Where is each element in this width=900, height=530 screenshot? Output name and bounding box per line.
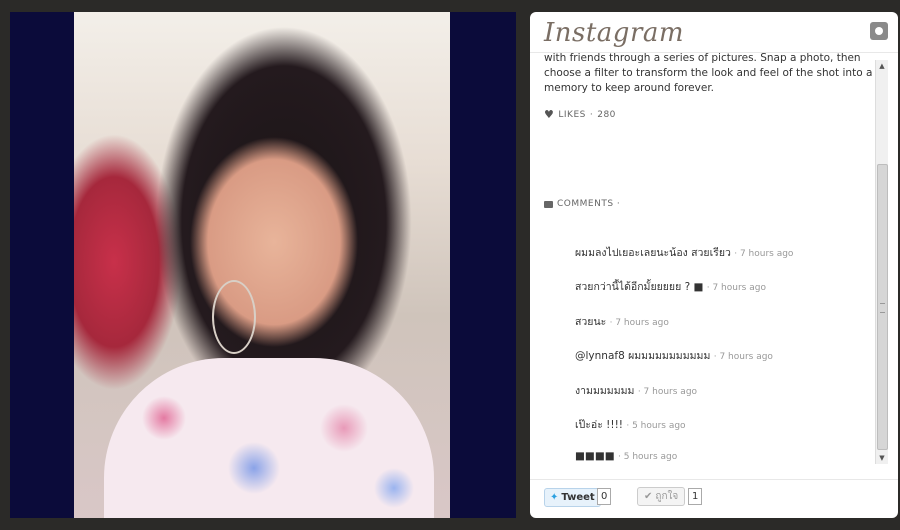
comment-text: ■■■■ [575, 450, 615, 462]
instagram-logo[interactable]: Instagram [544, 18, 684, 48]
comment-item: @lynnaf8 ผมมมมมมมมมมม · 7 hours ago [575, 347, 773, 364]
comment-text: เป๊ะอ่ะ !!!! [575, 419, 624, 431]
speech-bubble-icon [544, 200, 553, 208]
comment-item: สวยนะ · 7 hours ago [575, 313, 669, 330]
comment-text: @lynnaf8 ผมมมมมมมมมมม [575, 350, 711, 362]
comment-text: สวยนะ [575, 316, 607, 328]
comment-item: เป๊ะอ่ะ !!!! · 5 hours ago [575, 416, 686, 433]
comment-time: · 7 hours ago [734, 249, 794, 259]
comment-item: สวยกว่านี้ได้อีกมั้ยยยยย ? ■ · 7 hours a… [575, 278, 766, 295]
comment-time: · 7 hours ago [609, 318, 669, 328]
comments-header: COMMENTS · [544, 199, 620, 209]
camera-icon[interactable] [870, 22, 888, 40]
photo-dress [104, 358, 434, 518]
scrollbar-thumb[interactable] [877, 164, 888, 450]
tweet-count: 0 [597, 488, 612, 505]
like-count: 1 [688, 488, 703, 505]
comment-item: ผมมลงไปเยอะเลยนะน้อง สวยเรียว · 7 hours … [575, 244, 793, 261]
post-description: with friends through a series of picture… [544, 53, 873, 94]
comment-item: งามมมมมมม · 7 hours ago [575, 382, 697, 399]
heart-icon: ♥ [544, 108, 555, 121]
scroll-down-arrow-icon[interactable]: ▼ [876, 452, 888, 464]
likes-separator: · [589, 109, 594, 120]
scroll-up-arrow-icon[interactable]: ▲ [876, 60, 888, 72]
likes-count: 280 [597, 109, 616, 120]
likes-label: LIKES [558, 109, 586, 120]
comment-text: ผมมลงไปเยอะเลยนะน้อง สวยเรียว [575, 247, 731, 259]
comment-text: สวยกว่านี้ได้อีกมั้ยยยยย ? ■ [575, 281, 704, 293]
comment-item: ■■■■ · 5 hours ago [575, 450, 677, 462]
comments-label: COMMENTS · [557, 199, 621, 209]
like-button[interactable]: ✔ ถูกใจ [637, 487, 686, 506]
comment-time: · 7 hours ago [706, 283, 766, 293]
tweet-label: Tweet [561, 492, 595, 503]
post-scroll-area[interactable]: with friends through a series of picture… [530, 53, 875, 465]
checkmark-icon: ✔ [644, 491, 653, 502]
comment-time: · 5 hours ago [618, 452, 678, 462]
like-label: ถูกใจ [655, 491, 679, 502]
scrollbar-grip-icon [880, 303, 885, 313]
footer-divider [530, 479, 898, 480]
detail-panel: Instagram with friends through a series … [530, 12, 898, 518]
comment-time: · 7 hours ago [637, 387, 698, 397]
photo-frame [10, 12, 516, 518]
comment-text: งามมมมมมม [575, 385, 635, 397]
tweet-button[interactable]: ✦ Tweet [544, 488, 601, 507]
comments-scrollbar[interactable]: ▲ ▼ [875, 60, 888, 464]
comment-time: · 5 hours ago [626, 421, 686, 431]
likes-row: ♥ LIKES · 280 [544, 108, 616, 121]
twitter-bird-icon: ✦ [550, 492, 559, 503]
post-photo[interactable] [74, 12, 450, 518]
photo-earring [212, 280, 256, 354]
comment-time: · 7 hours ago [713, 352, 773, 362]
